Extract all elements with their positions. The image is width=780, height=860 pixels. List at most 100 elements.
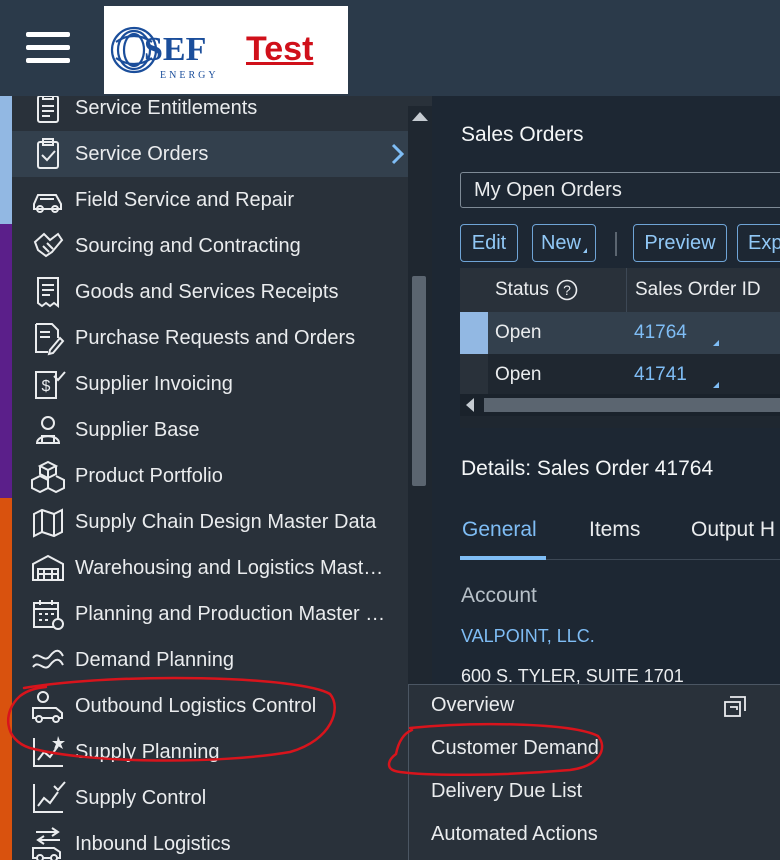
corner-marker-icon [713, 340, 719, 346]
table-row[interactable]: Open 41764 [460, 312, 780, 354]
chevron-right-icon[interactable] [388, 141, 408, 167]
sef-energy-logo: SEF ENERGY [110, 26, 219, 81]
sidebar-item-service-orders[interactable]: Service Orders [12, 131, 408, 177]
detail-tabs: General Items Output H [460, 514, 780, 560]
tab-items[interactable]: Items [589, 518, 640, 542]
row-selection-marker[interactable] [460, 354, 488, 396]
query-select-value: My Open Orders [474, 179, 622, 201]
column-id-label: Sales Order ID [635, 279, 761, 300]
svg-text:?: ? [563, 282, 571, 298]
sidebar-item-product-portfolio[interactable]: Product Portfolio [12, 453, 408, 499]
open-in-new-window-icon[interactable] [721, 693, 749, 721]
sidebar-item-demand-planning[interactable]: Demand Planning [12, 637, 408, 683]
scroll-thumb[interactable] [484, 398, 780, 412]
sidebar-item-sourcing-and-contracting[interactable]: Sourcing and Contracting [12, 223, 408, 269]
menu-icon[interactable] [26, 32, 70, 68]
submenu-item-label: Customer Demand [431, 737, 599, 759]
sidebar-item-purchase-requests-and-orders[interactable]: Purchase Requests and Orders [12, 315, 408, 361]
sidebar-item-label: Outbound Logistics Control [75, 694, 317, 717]
side-navigation: Service Entitlements Service Orders Field … [0, 96, 432, 860]
sidebar-item-label: Planning and Production Master … [75, 602, 386, 625]
sidebar-item-label: Supply Control [75, 786, 207, 809]
submenu-item-label: Automated Actions [431, 823, 598, 845]
sidebar-item-outbound-logistics-control[interactable]: Outbound Logistics Control [12, 683, 408, 729]
submenu-item-delivery-due-list[interactable]: Delivery Due List [409, 771, 780, 814]
group-strip-orange [0, 498, 12, 860]
new-button[interactable]: New [532, 224, 596, 262]
sidebar-item-label: Purchase Requests and Orders [75, 326, 356, 349]
group-strip-purple [0, 224, 12, 498]
query-select[interactable]: My Open Orders [460, 172, 780, 208]
chart-check-icon [30, 780, 66, 816]
help-icon[interactable]: ? [556, 279, 578, 301]
tab-general[interactable]: General [462, 518, 537, 542]
calendar-gear-icon [30, 596, 66, 632]
sidebar-item-label: Sourcing and Contracting [75, 234, 301, 257]
account-label: Account [461, 584, 537, 607]
receipt-icon [30, 274, 66, 310]
sidebar-item-goods-and-services-receipts[interactable]: Goods and Services Receipts [12, 269, 408, 315]
sidebar-item-supplier-base[interactable]: Supplier Base [12, 407, 408, 453]
outbound-logistics-submenu: Overview Customer Demand Delivery Due Li… [408, 684, 780, 860]
dropdown-icon [583, 247, 587, 253]
tab-output-history[interactable]: Output H [691, 518, 775, 542]
details-title: Details: Sales Order 41764 [461, 457, 714, 480]
boxes-icon [30, 458, 66, 494]
truck-person-icon [30, 688, 66, 724]
sidebar-item-label: Product Portfolio [75, 464, 223, 487]
truck-arrows-icon [30, 826, 66, 860]
page-title: Sales Orders [461, 123, 584, 146]
sidebar-item-label: Demand Planning [75, 648, 234, 671]
table-horizontal-scrollbar[interactable] [460, 394, 780, 416]
environment-label: Test [246, 30, 314, 68]
sidebar-item-label: Inbound Logistics [75, 832, 231, 855]
sidebar-item-inbound-logistics[interactable]: Inbound Logistics [12, 821, 408, 860]
document-pen-icon [30, 320, 66, 356]
sidebar-item-supplier-invoicing[interactable]: $ Supplier Invoicing [12, 361, 408, 407]
account-link[interactable]: VALPOINT, LLC. [461, 626, 595, 647]
row-selection-marker[interactable] [460, 312, 488, 354]
clipboard-check-icon [30, 136, 66, 172]
row-status: Open [495, 322, 542, 343]
submenu-item-automated-actions[interactable]: Automated Actions [409, 814, 780, 857]
sidebar-item-supply-control[interactable]: Supply Control [12, 775, 408, 821]
row-order-id-link[interactable]: 41764 [634, 322, 687, 344]
active-tab-indicator [460, 556, 546, 560]
shell-bar: SEF ENERGY Test [0, 0, 780, 96]
sidebar-item-planning-and-production-master[interactable]: Planning and Production Master … [12, 591, 408, 637]
table-row[interactable]: Open 41741 [460, 354, 780, 396]
sidebar-item-label: Warehousing and Logistics Mast… [75, 556, 384, 579]
sidebar-item-field-service-and-repair[interactable]: Field Service and Repair [12, 177, 408, 223]
scroll-up-icon[interactable] [412, 112, 428, 121]
column-header-status[interactable]: Status ? [460, 268, 626, 312]
svg-text:ENERGY: ENERGY [160, 70, 219, 81]
sidebar-item-label: Field Service and Repair [75, 188, 294, 211]
sidebar-item-label: Supply Planning [75, 740, 220, 763]
column-status-label: Status [495, 279, 549, 300]
sidebar-item-warehousing-and-logistics-mast[interactable]: Warehousing and Logistics Mast… [12, 545, 408, 591]
handshake-icon [30, 228, 66, 264]
row-order-id-link[interactable]: 41741 [634, 364, 687, 386]
group-strip-blue [0, 96, 12, 224]
sidebar-item-label: Goods and Services Receipts [75, 280, 339, 303]
company-logo[interactable]: SEF ENERGY Test [104, 6, 348, 94]
row-status: Open [495, 364, 542, 385]
sidebar-item-supply-chain-design-master-data[interactable]: Supply Chain Design Master Data [12, 499, 408, 545]
warehouse-icon [30, 550, 66, 586]
sidebar-item-service-entitlements[interactable]: Service Entitlements [12, 96, 408, 131]
export-button[interactable]: Exp [737, 224, 780, 262]
edit-button[interactable]: Edit [460, 224, 518, 262]
submenu-item-customer-demand[interactable]: Customer Demand [409, 728, 780, 771]
preview-button[interactable]: Preview [633, 224, 727, 262]
column-header-id[interactable]: Sales Order ID [626, 268, 780, 312]
globe-map-icon [30, 504, 66, 540]
clipboard-list-icon [30, 96, 66, 126]
sidebar-item-supply-planning[interactable]: Supply Planning [12, 729, 408, 775]
sidebar-item-label: Supplier Base [75, 418, 200, 441]
scroll-thumb[interactable] [412, 276, 426, 486]
scroll-left-icon[interactable] [466, 398, 474, 412]
dollar-invoice-icon: $ [30, 366, 66, 402]
submenu-item-overview[interactable]: Overview [409, 685, 780, 728]
svg-text:$: $ [42, 378, 51, 395]
sidebar-item-label: Supply Chain Design Master Data [75, 510, 377, 533]
